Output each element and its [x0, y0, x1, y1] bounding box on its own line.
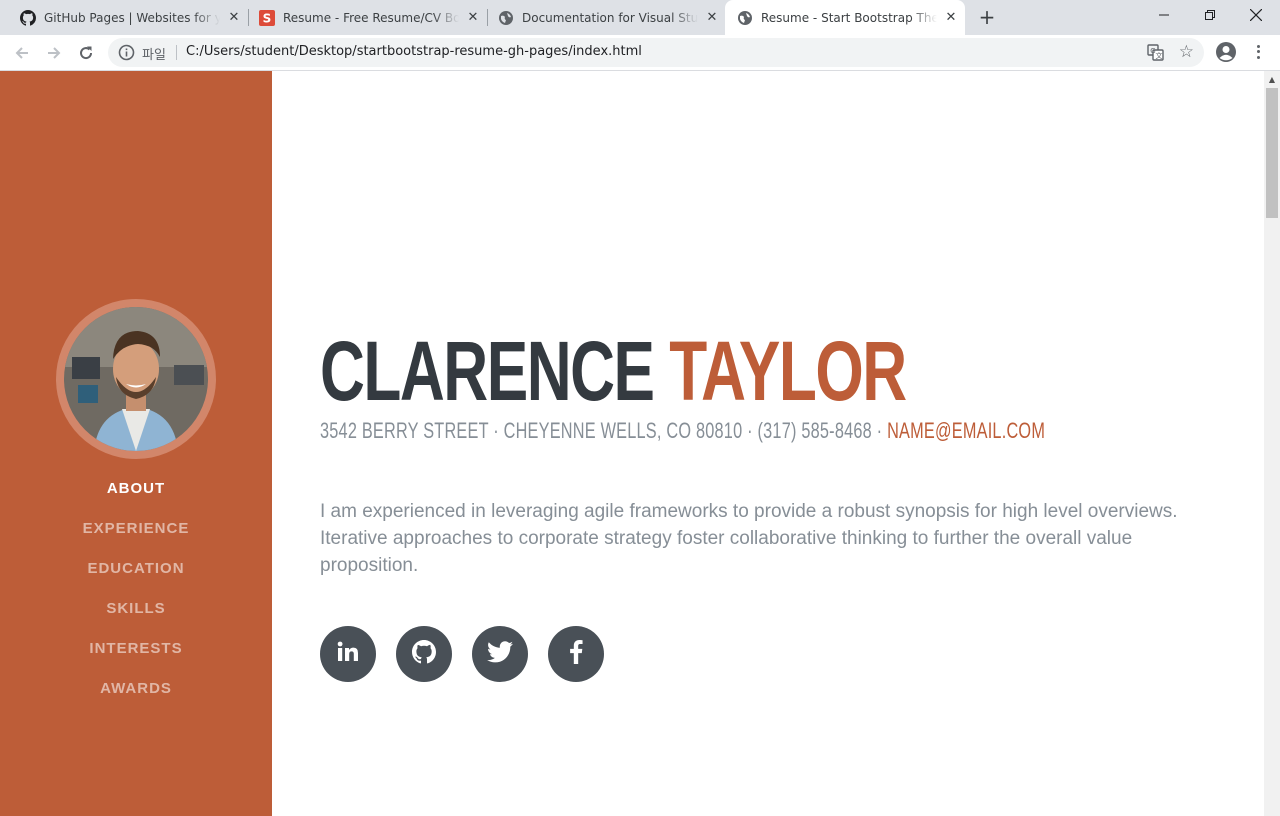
github-icon: [20, 9, 36, 26]
sidebar: About Experience Education Skills Intere…: [0, 71, 272, 816]
linkedin-button[interactable]: [320, 626, 376, 682]
tab-github-pages[interactable]: GitHub Pages | Websites for you and your…: [0, 0, 248, 35]
reload-button[interactable]: [74, 41, 98, 65]
scrollbar-thumb[interactable]: [1266, 88, 1278, 218]
profile-photo: [64, 307, 208, 451]
twitter-button[interactable]: [472, 626, 528, 682]
svg-text:S: S: [263, 11, 272, 25]
tab-resume-free[interactable]: S Resume - Free Resume/CV Bootstrap Them…: [239, 0, 487, 35]
translate-icon[interactable]: G文: [1147, 44, 1164, 61]
close-icon[interactable]: ✕: [704, 10, 720, 26]
browser-toolbar: 파일 C:/Users/student/Desktop/startbootstr…: [0, 35, 1280, 71]
browser-menu-icon[interactable]: [1250, 42, 1266, 62]
first-name: Clarence: [320, 324, 655, 418]
sidebar-item-about[interactable]: About: [0, 477, 272, 517]
back-button[interactable]: [10, 41, 34, 65]
facebook-icon: [569, 640, 583, 668]
omnibox-divider: [176, 45, 177, 60]
tab-title: GitHub Pages | Websites for you and your…: [44, 10, 220, 25]
profile-photo-frame: [56, 299, 216, 459]
linkedin-icon: [336, 640, 360, 668]
address-bar[interactable]: 파일 C:/Users/student/Desktop/startbootstr…: [108, 38, 1204, 67]
startbootstrap-icon: S: [259, 9, 275, 26]
scheme-label: 파일: [142, 48, 166, 63]
restore-button[interactable]: [1187, 0, 1233, 30]
about-section: Clarence Taylor 3542 Berry Street · Chey…: [272, 71, 1264, 816]
sidebar-item-skills[interactable]: Skills: [0, 597, 272, 637]
twitter-icon: [487, 641, 513, 667]
sidebar-item-experience[interactable]: Experience: [0, 517, 272, 557]
page-scrollbar[interactable]: ▲: [1264, 71, 1280, 816]
close-window-button[interactable]: [1233, 0, 1279, 30]
close-icon[interactable]: ✕: [943, 10, 959, 26]
url-text[interactable]: C:/Users/student/Desktop/startbootstrap-…: [186, 44, 642, 59]
info-icon[interactable]: [118, 44, 135, 61]
tab-vscode-docs[interactable]: Documentation for Visual Studio Code ✕: [478, 0, 726, 35]
forward-button[interactable]: [42, 41, 66, 65]
sidebar-item-interests[interactable]: Interests: [0, 637, 272, 677]
email-link[interactable]: name@email.com: [887, 418, 1045, 443]
last-name: Taylor: [669, 324, 907, 418]
bookmark-star-icon[interactable]: ☆: [1179, 42, 1194, 62]
page-title: Clarence Taylor: [320, 323, 907, 419]
github-button[interactable]: [396, 626, 452, 682]
svg-text:文: 文: [1156, 51, 1163, 60]
tab-title: Resume - Free Resume/CV Bootstrap Theme: [283, 10, 459, 25]
contact-subheading: 3542 Berry Street · Cheyenne Wells, CO 8…: [320, 418, 1045, 444]
minimize-button[interactable]: [1141, 0, 1187, 30]
globe-icon: [498, 10, 514, 26]
new-tab-button[interactable]: +: [975, 6, 999, 30]
tab-title: Documentation for Visual Studio Code: [522, 10, 698, 25]
github-icon: [412, 640, 436, 668]
sidebar-nav: About Experience Education Skills Intere…: [0, 477, 272, 717]
about-lead: I am experienced in leveraging agile fra…: [320, 501, 1178, 576]
tab-title: Resume - Start Bootstrap Theme: [761, 10, 937, 25]
social-icons: [320, 626, 624, 682]
address-text: 3542 Berry Street · Cheyenne Wells, CO 8…: [320, 418, 888, 443]
globe-icon: [737, 10, 753, 26]
facebook-button[interactable]: [548, 626, 604, 682]
sidebar-item-education[interactable]: Education: [0, 557, 272, 597]
tab-strip: GitHub Pages | Websites for you and your…: [0, 0, 1280, 35]
profile-avatar-icon[interactable]: [1215, 41, 1237, 63]
sidebar-item-awards[interactable]: Awards: [0, 677, 272, 717]
tab-resume-active[interactable]: Resume - Start Bootstrap Theme ✕: [725, 0, 965, 35]
scroll-up-arrow-icon[interactable]: ▲: [1264, 71, 1280, 87]
